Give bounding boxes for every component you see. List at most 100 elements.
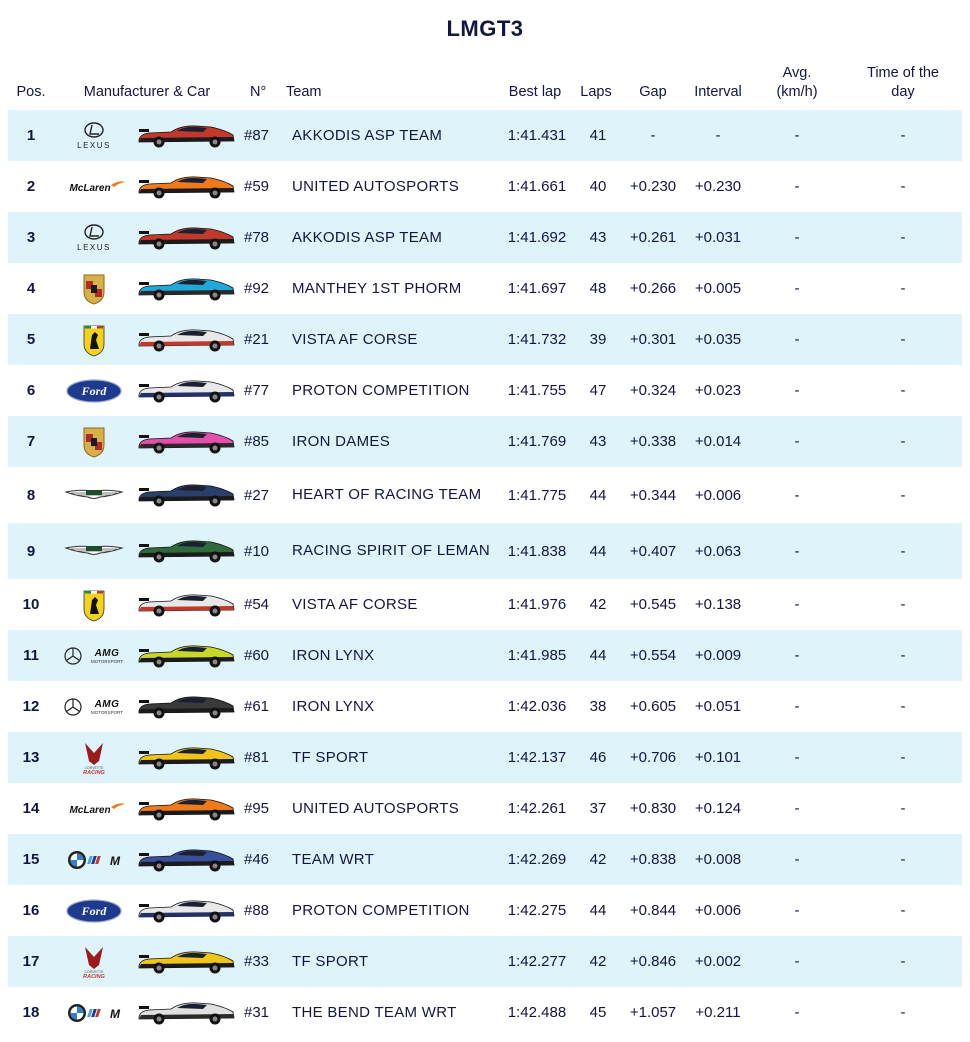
header-laps[interactable]: Laps [574,83,618,102]
bmw-m-logo-icon: M [68,850,121,869]
header-avg[interactable]: Avg. (km/h) [750,64,844,102]
time-of-day-cell: - [844,630,962,681]
best-lap-cell: 1:41.976 [507,596,567,613]
table-row[interactable]: 14 McLaren #95 UNITED AUTOSPORTS 1:42.261 37 +… [8,783,962,834]
car-cell [134,681,240,732]
table-row[interactable]: 3 LEXUS #78 AKKODIS ASP TEAM 1:41.692 43 +0.26… [8,212,962,263]
header-time-of-day[interactable]: Time of the day [844,64,962,102]
table-row[interactable]: 17 CORVETTE RACING #33 TF SPORT 1:42.277 42 +0.… [8,936,962,987]
car-number-cell: #46 [240,834,290,885]
car-number-cell: #60 [240,630,290,681]
laps-cell: 47 [589,382,607,399]
position-cell: 2 [26,178,36,195]
header-best-lap[interactable]: Best lap [496,83,574,102]
laps-cell: 41 [576,110,620,161]
laps-cell: 44 [576,523,620,579]
table-row[interactable]: 16 Ford #88 PROTON COMPETITION 1:42.275 44 +0.… [8,885,962,936]
header-avg-line1: Avg. [782,65,812,81]
gap-cell: +0.830 [629,800,677,817]
gap-cell: +0.407 [620,523,686,579]
laps-cell: 38 [589,698,607,715]
avg-speed-cell: - [794,178,800,195]
best-lap-cell: 1:41.431 [498,110,576,161]
time-of-day-cell: - [900,1004,906,1021]
gap-cell: - [620,110,686,161]
avg-speed-cell: - [794,902,800,919]
car-number-cell: #92 [244,280,270,297]
table-row[interactable]: 18 M #31 THE BEND TEAM WRT 1:42.488 45 +1.057 +… [8,987,962,1038]
car-number-cell: #77 [244,382,270,399]
gap-cell: +0.301 [620,314,686,365]
gap-cell: +0.344 [629,486,677,504]
svg-text:RACING: RACING [83,770,105,775]
car-number-cell: #31 [244,1004,270,1021]
table-row[interactable]: 9 #10 RACING SPIRIT OF LEMAN 1:41.838 44 +0.4… [8,523,962,579]
team-name-cell: TF SPORT [290,936,498,987]
car-cell [134,834,240,885]
table-row[interactable]: 7 #85 IRON DAMES 1:41.769 43 +0.338 +0.014- - [8,416,962,467]
car-number-cell: #88 [244,902,270,919]
position-cell: 5 [8,314,54,365]
gap-cell: +0.706 [620,732,686,783]
table-row[interactable]: 10 #54 VISTA AF CORSE 1:41.976 42 +0.545 +0.13… [8,579,962,630]
time-of-day-cell: - [844,732,962,783]
svg-text:M: M [110,1007,121,1021]
table-row[interactable]: 4 #92 MANTHEY 1ST PHORM 1:41.697 48 +0.266 +0.… [8,263,962,314]
laps-cell: 44 [589,486,607,504]
aston-martin-logo-icon [64,489,124,499]
header-tod-line2: day [891,84,915,100]
header-interval[interactable]: Interval [686,83,750,102]
gap-cell: +1.057 [629,1004,677,1021]
corvette-logo-icon: CORVETTERACING [83,946,106,979]
manufacturer-cell: LEXUS [54,212,134,263]
avg-speed-cell: - [750,630,844,681]
porsche-logo-icon [83,427,105,458]
car-cell [134,579,240,630]
header-pos[interactable]: Pos. [8,83,54,102]
race-car-icon [138,644,235,667]
car-number-cell: #61 [244,698,270,715]
interval-cell: +0.005 [694,280,742,297]
svg-text:MOTORSPORT: MOTORSPORT [91,659,123,664]
best-lap-cell: 1:41.732 [498,314,576,365]
position-cell: 13 [8,732,54,783]
table-row[interactable]: 13 CORVETTE RACING #81 TF SPORT 1:42.137 46 +0.… [8,732,962,783]
best-lap-cell: 1:42.277 [498,936,576,987]
interval-cell: +0.230 [694,178,742,195]
position-cell: 11 [8,630,54,681]
mclaren-logo-icon: McLaren [69,180,125,194]
manufacturer-cell: Ford [54,365,134,416]
avg-speed-cell: - [794,382,800,399]
interval-cell: +0.008 [686,834,750,885]
best-lap-cell: 1:42.269 [498,834,576,885]
table-row[interactable]: 5 #21 VISTA AF CORSE 1:41.732 39 +0.301 +0.035… [8,314,962,365]
interval-cell: +0.051 [694,698,742,715]
header-team[interactable]: Team [286,83,321,102]
table-row[interactable]: 1 LEXUS #87 AKKODIS ASP TEAM 1:41.431 41- - - - [8,110,962,161]
header-gap[interactable]: Gap [620,83,686,102]
time-of-day-cell: - [844,416,962,467]
table-row[interactable]: 8 #27 HEART OF RACING TEAM 1:41.775 44 +0.344… [8,467,962,523]
team-name-cell: THE BEND TEAM WRT [292,1003,457,1021]
mclaren-logo-icon: McLaren [69,802,125,816]
interval-cell: +0.023 [694,382,742,399]
header-manufacturer[interactable]: Manufacturer & Car [62,83,232,102]
gap-cell: +0.338 [620,416,686,467]
time-of-day-cell: - [900,902,906,919]
table-row[interactable]: 12 AMG MOTORSPORT #61 IRON LYNX 1:42.036 38 +0.… [8,681,962,732]
table-row[interactable]: 15 M #46 TEAM WRT 1:42.269 42 +0.838 +0.008- - [8,834,962,885]
manufacturer-cell [54,263,134,314]
position-cell: 17 [8,936,54,987]
table-row[interactable]: 11 AMG MOTORSPORT #60 IRON LYNX 1:41.985 44 +0.… [8,630,962,681]
table-row[interactable]: 2 McLaren #59 UNITED AUTOSPORTS 1:41.661 40 +0… [8,161,962,212]
table-row[interactable]: 6 Ford #77 PROTON COMPETITION 1:41.755 47 +0.3… [8,365,962,416]
gap-cell: +0.266 [629,280,677,297]
header-number[interactable]: N° [250,83,266,102]
team-name-cell: PROTON COMPETITION [292,381,470,399]
best-lap-cell: 1:42.036 [507,698,567,715]
time-of-day-cell: - [844,212,962,263]
team-name-cell: HEART OF RACING TEAM [292,486,482,503]
avg-speed-cell: - [750,732,844,783]
gap-cell: +0.324 [629,382,677,399]
position-cell: 18 [22,1004,40,1021]
